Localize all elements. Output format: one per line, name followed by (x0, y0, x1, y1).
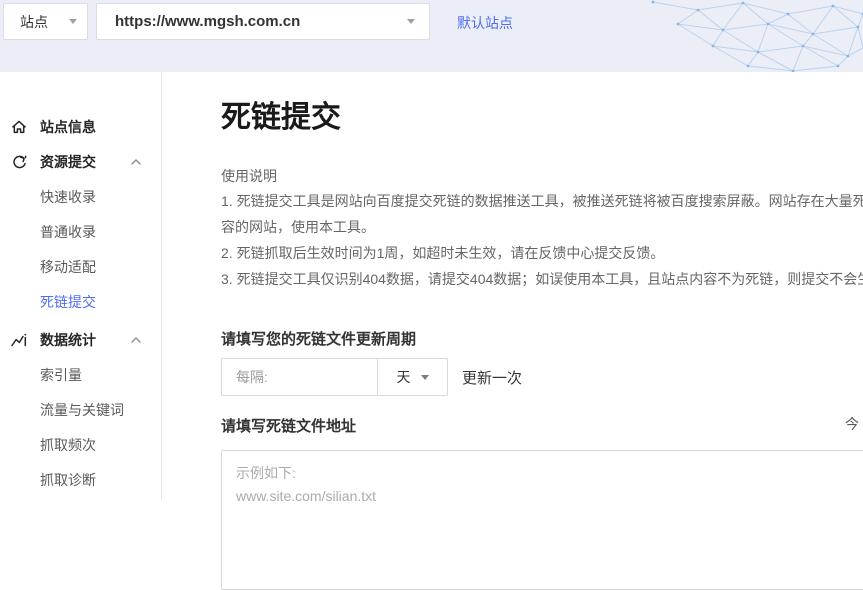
home-icon (10, 118, 28, 136)
instruction-line: 2. 死链抓取后生效时间为1周，如超时未生效，请在反馈中心提交反馈。 (221, 240, 863, 266)
chevron-down-icon (421, 375, 429, 380)
sidebar-item-fast-index[interactable]: 快速收录 (0, 179, 161, 214)
update-cycle-label: 请填写您的死链文件更新周期 (221, 328, 416, 349)
site-url-value: https://www.mgsh.com.cn (115, 13, 300, 30)
update-cycle-row: 天 更新一次 (221, 358, 522, 396)
sidebar-item-normal-index[interactable]: 普通收录 (0, 214, 161, 249)
sidebar-item-label: 抓取诊断 (40, 470, 96, 490)
instructions-heading: 使用说明 (221, 166, 277, 186)
sidebar-item-data-stats[interactable]: 数据统计 (0, 322, 161, 357)
sidebar: 站点信息 资源提交 快速收录 普通收录 移动适配 死链提交 (0, 72, 162, 500)
sidebar-item-label: 移动适配 (40, 257, 96, 277)
site-url-select[interactable]: https://www.mgsh.com.cn (96, 3, 430, 40)
sidebar-item-label: 数据统计 (40, 330, 96, 350)
update-once-text: 更新一次 (462, 358, 522, 396)
chevron-down-icon (407, 19, 415, 24)
sidebar-item-label: 流量与关键词 (40, 400, 124, 420)
unit-value: 天 (397, 367, 411, 387)
sidebar-item-label: 索引量 (40, 365, 82, 385)
sidebar-item-label: 快速收录 (40, 187, 96, 207)
page-title: 死链提交 (221, 98, 341, 138)
sidebar-item-label: 资源提交 (40, 152, 96, 172)
dead-link-file-textarea[interactable] (221, 450, 863, 590)
sidebar-item-site-info[interactable]: 站点信息 (0, 109, 161, 144)
instruction-line: 容的网站，使用本工具。 (221, 214, 863, 240)
sidebar-item-label: 站点信息 (40, 117, 96, 137)
sidebar-item-mobile-adapt[interactable]: 移动适配 (0, 249, 161, 284)
submit-arrow-icon (10, 153, 28, 171)
unit-select[interactable]: 天 (378, 358, 448, 396)
network-mesh-decoration (623, 0, 863, 72)
sidebar-item-label: 死链提交 (40, 292, 96, 312)
sidebar-item-dead-link-submit[interactable]: 死链提交 (0, 284, 161, 319)
chart-icon (10, 331, 28, 349)
chevron-up-icon (129, 333, 143, 347)
sidebar-item-label: 普通收录 (40, 222, 96, 242)
sidebar-item-traffic-keywords[interactable]: 流量与关键词 (0, 392, 161, 427)
sidebar-item-crawl-frequency[interactable]: 抓取频次 (0, 427, 161, 462)
quota-partial-text: 今 (845, 414, 859, 434)
topbar: 站点 https://www.mgsh.com.cn 默认站点 (0, 0, 863, 72)
site-type-select[interactable]: 站点 (3, 3, 88, 40)
main-content: 死链提交 使用说明 1. 死链提交工具是网站向百度提交死链的数据推送工具，被推送… (221, 72, 863, 500)
instructions: 1. 死链提交工具是网站向百度提交死链的数据推送工具，被推送死链将被百度搜索屏蔽… (221, 188, 863, 292)
chevron-down-icon (69, 19, 77, 24)
chevron-up-icon (129, 155, 143, 169)
sidebar-item-resource-submit[interactable]: 资源提交 (0, 144, 161, 179)
instruction-line: 1. 死链提交工具是网站向百度提交死链的数据推送工具，被推送死链将被百度搜索屏蔽… (221, 188, 863, 214)
file-address-label: 请填写死链文件地址 (221, 415, 356, 436)
interval-input[interactable] (221, 358, 378, 396)
default-site-link[interactable]: 默认站点 (457, 13, 513, 33)
sidebar-item-crawl-diagnosis[interactable]: 抓取诊断 (0, 462, 161, 497)
sidebar-item-label: 抓取频次 (40, 435, 96, 455)
sidebar-item-index-volume[interactable]: 索引量 (0, 357, 161, 392)
instruction-line: 3. 死链提交工具仅识别404数据，请提交404数据；如误使用本工具，且站点内容… (221, 266, 863, 292)
site-type-label: 站点 (20, 12, 48, 32)
